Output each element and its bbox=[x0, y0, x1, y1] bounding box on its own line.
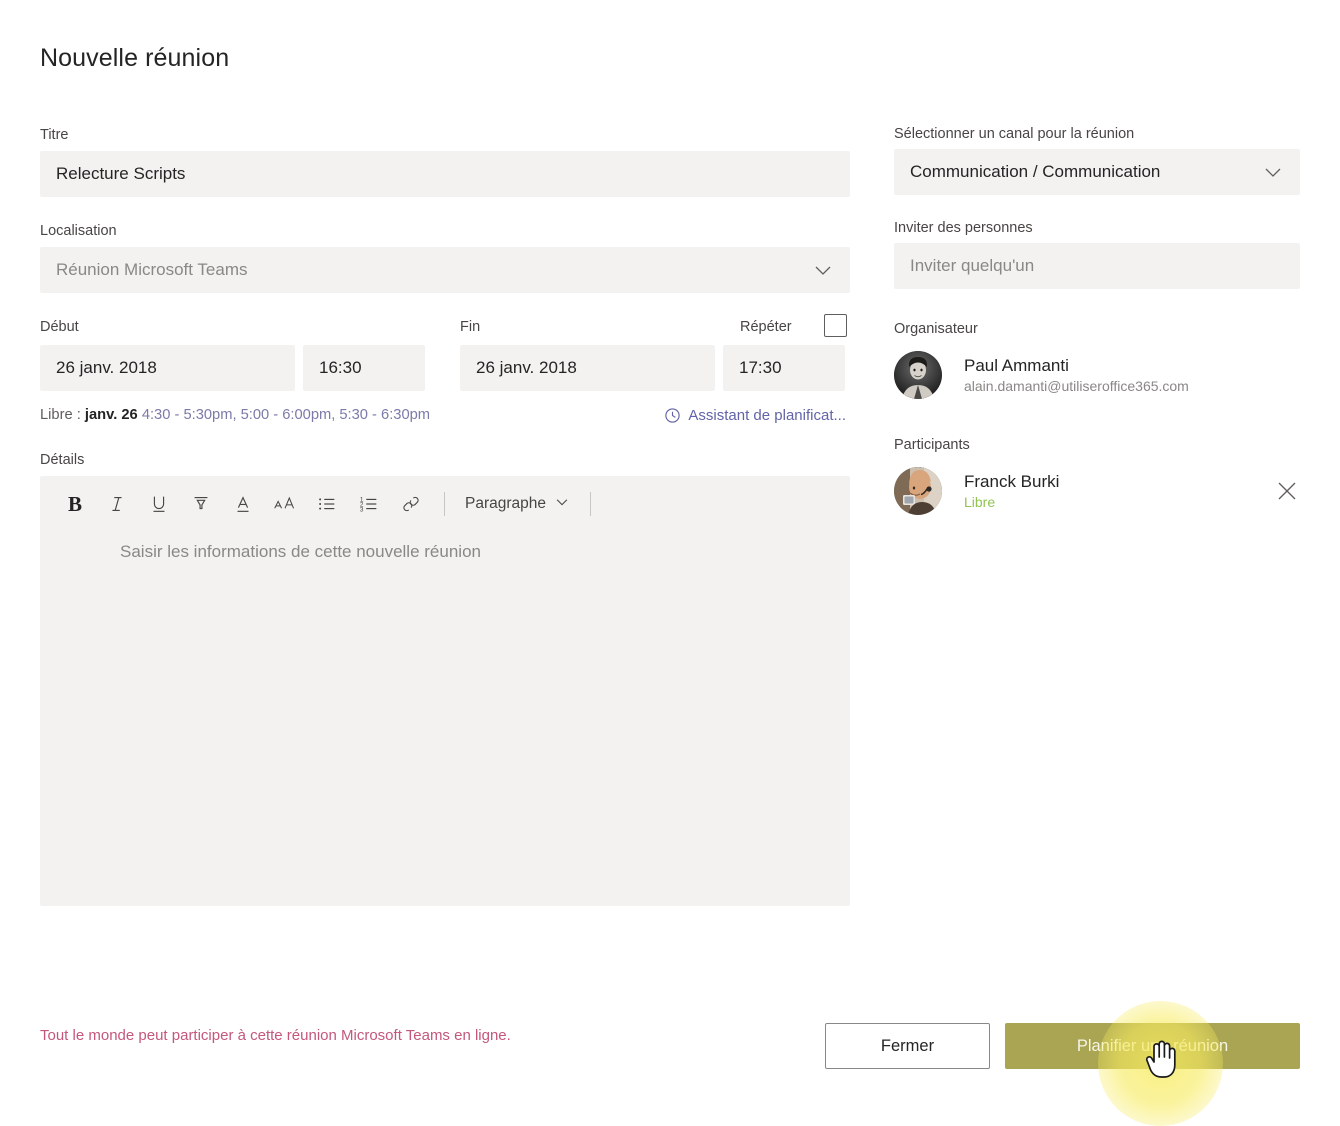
close-icon[interactable] bbox=[1274, 478, 1300, 504]
bulleted-list-icon[interactable] bbox=[308, 485, 346, 523]
attendee-name: Franck Burki bbox=[964, 471, 1060, 491]
chevron-down-icon bbox=[1262, 161, 1284, 183]
paragraph-style-label: Paragraphe bbox=[465, 495, 547, 512]
close-button-label: Fermer bbox=[880, 1036, 935, 1055]
teams-online-note: Tout le monde peut participer à cette ré… bbox=[40, 1027, 511, 1044]
availability-day: janv. 26 bbox=[84, 407, 138, 423]
details-label: Détails bbox=[40, 452, 85, 468]
location-label: Localisation bbox=[40, 223, 117, 239]
right-column: Sélectionner un canal pour la réunion Co… bbox=[894, 126, 1300, 515]
end-date-input[interactable]: 26 janv. 2018 bbox=[460, 345, 715, 391]
left-column: Titre Relecture Scripts Localisation Réu… bbox=[40, 126, 850, 906]
channel-value: Communication / Communication bbox=[910, 162, 1161, 181]
toolbar-divider bbox=[590, 492, 592, 516]
location-field-group: Localisation Réunion Microsoft Teams bbox=[40, 222, 850, 293]
start-label: Début bbox=[40, 319, 79, 335]
location-dropdown[interactable]: Réunion Microsoft Teams bbox=[40, 247, 850, 293]
avatar bbox=[894, 351, 942, 399]
channel-group: Sélectionner un canal pour la réunion Co… bbox=[894, 126, 1300, 195]
availability-line: Libre : janv. 26 4:30 - 5:30pm, 5:00 - 6… bbox=[40, 407, 850, 429]
channel-dropdown[interactable]: Communication / Communication bbox=[894, 149, 1300, 195]
details-editor[interactable]: B 1 2 3 Paragraphe Saisir les informatio… bbox=[40, 476, 850, 906]
italic-icon[interactable] bbox=[98, 485, 136, 523]
end-date-value: 26 janv. 2018 bbox=[476, 358, 577, 377]
repeat-label: Répéter bbox=[740, 319, 792, 335]
new-meeting-dialog: Nouvelle réunion Titre Relecture Scripts… bbox=[0, 0, 1340, 1126]
clock-icon bbox=[664, 407, 681, 424]
start-date-value: 26 janv. 2018 bbox=[56, 358, 157, 377]
details-textarea-placeholder[interactable]: Saisir les informations de cette nouvell… bbox=[120, 542, 481, 562]
invite-group: Inviter des personnes Inviter quelqu'un bbox=[894, 220, 1300, 289]
toolbar-divider bbox=[444, 492, 445, 516]
availability-slots[interactable]: 4:30 - 5:30pm, 5:00 - 6:00pm, 5:30 - 6:3… bbox=[142, 407, 430, 423]
organizer-text: Paul Ammanti alain.damanti@utiliseroffic… bbox=[964, 355, 1300, 396]
end-label: Fin bbox=[460, 319, 481, 335]
organizer-row: Paul Ammanti alain.damanti@utiliseroffic… bbox=[894, 351, 1300, 399]
title-input[interactable]: Relecture Scripts bbox=[40, 151, 850, 197]
attendee-status: Libre bbox=[964, 493, 996, 510]
details-group: Détails B 1 2 3 Paragraphe Saisir les in… bbox=[40, 451, 850, 906]
close-button[interactable]: Fermer bbox=[825, 1023, 990, 1069]
schedule-meeting-button[interactable]: Planifier une réunion bbox=[1005, 1023, 1300, 1069]
bold-icon[interactable]: B bbox=[56, 485, 94, 523]
svg-text:3: 3 bbox=[360, 506, 364, 513]
avatar bbox=[894, 467, 942, 515]
organizer-group: Organisateur Paul Ammanti alain.damanti@… bbox=[894, 321, 1300, 399]
repeat-checkbox[interactable] bbox=[824, 314, 847, 337]
font-size-icon[interactable] bbox=[266, 485, 304, 523]
location-value: Réunion Microsoft Teams bbox=[56, 260, 248, 279]
invite-label: Inviter des personnes bbox=[894, 220, 1033, 236]
channel-label: Sélectionner un canal pour la réunion bbox=[894, 126, 1135, 142]
attendees-group: Participants Franck Burki Libre bbox=[894, 437, 1300, 515]
title-input-value: Relecture Scripts bbox=[56, 164, 186, 183]
underline-icon[interactable] bbox=[140, 485, 178, 523]
title-field-group: Titre Relecture Scripts bbox=[40, 126, 850, 197]
chevron-down-icon bbox=[812, 259, 834, 281]
invite-input[interactable]: Inviter quelqu'un bbox=[894, 243, 1300, 289]
numbered-list-icon[interactable]: 1 2 3 bbox=[350, 485, 388, 523]
paragraph-style-dropdown[interactable]: Paragraphe bbox=[459, 494, 576, 515]
bold-glyph: B bbox=[67, 491, 82, 516]
chevron-down-icon bbox=[554, 494, 570, 515]
scheduling-assistant-label: Assistant de planificat... bbox=[688, 407, 846, 424]
scheduling-assistant-link[interactable]: Assistant de planificat... bbox=[664, 407, 846, 424]
start-time-value: 16:30 bbox=[319, 358, 362, 377]
start-date-input[interactable]: 26 janv. 2018 bbox=[40, 345, 295, 391]
attendee-row: Franck Burki Libre bbox=[894, 467, 1300, 515]
end-time-input[interactable]: 17:30 bbox=[723, 345, 845, 391]
editor-toolbar: B 1 2 3 Paragraphe bbox=[40, 476, 850, 532]
font-color-icon[interactable] bbox=[224, 485, 262, 523]
link-icon[interactable] bbox=[392, 485, 430, 523]
highlighter-icon[interactable] bbox=[182, 485, 220, 523]
invite-placeholder: Inviter quelqu'un bbox=[910, 256, 1035, 275]
end-time-value: 17:30 bbox=[739, 358, 782, 377]
datetime-row: Début Fin Répéter 26 janv. 2018 16:30 26… bbox=[40, 314, 850, 391]
schedule-meeting-label: Planifier une réunion bbox=[1076, 1036, 1229, 1055]
start-time-input[interactable]: 16:30 bbox=[303, 345, 425, 391]
attendee-text: Franck Burki Libre bbox=[964, 471, 1264, 512]
title-label: Titre bbox=[40, 127, 69, 143]
availability-label: Libre : bbox=[40, 407, 81, 423]
page-title: Nouvelle réunion bbox=[40, 44, 230, 72]
organizer-name: Paul Ammanti bbox=[964, 355, 1069, 375]
organizer-email: alain.damanti@utiliseroffice365.com bbox=[964, 377, 1189, 394]
attendees-label: Participants bbox=[894, 437, 970, 453]
organizer-label: Organisateur bbox=[894, 321, 978, 337]
